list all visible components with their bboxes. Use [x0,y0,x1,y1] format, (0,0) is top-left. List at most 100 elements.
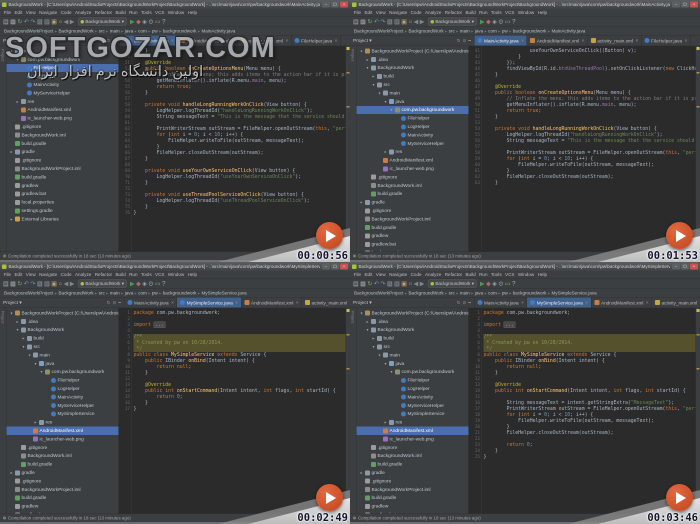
collapse-all-icon[interactable]: ↻ [107,300,111,306]
breadcrumb-item[interactable]: pw [152,291,158,296]
tree-item[interactable]: ic_launcher-web.png [7,114,119,122]
settings-icon[interactable]: ⊙ [498,281,503,287]
tree-expander-icon[interactable]: ▾ [360,311,364,316]
open-icon[interactable]: ▤ [3,19,9,25]
menu-help[interactable]: Help [536,272,549,277]
menu-build[interactable]: Build [114,10,128,15]
play-button[interactable] [316,484,343,511]
panel-settings-icon[interactable]: ⊙ [113,300,117,306]
forward-icon[interactable]: ▶ [70,19,75,25]
copy-icon[interactable]: ▥ [394,19,400,25]
run-icon[interactable]: ▶ [130,19,135,25]
cut-icon[interactable]: ▧ [387,281,393,287]
breadcrumb-item[interactable]: backgroundwork [513,291,547,296]
cut-icon[interactable]: ▧ [387,19,393,25]
avd-manager-icon[interactable]: ▭ [155,281,161,287]
copy-icon[interactable]: ▥ [394,281,400,287]
close-tab-icon[interactable]: × [335,38,338,43]
code-area[interactable]: useYourOwnServiceOnClick((Button) v); } … [482,46,695,252]
menu-vcs[interactable]: VCS [503,10,516,15]
close-tab-icon[interactable]: × [521,300,524,305]
help-icon[interactable]: ? [162,19,165,25]
editor-tab[interactable]: activity_main.xml× [302,297,350,308]
sync-icon[interactable]: ↻ [17,19,22,25]
menu-build[interactable]: Build [114,272,128,277]
tree-expander-icon[interactable]: ▾ [366,328,370,333]
close-tab-icon[interactable]: × [582,38,585,43]
redo-icon[interactable]: ↷ [380,281,385,287]
editor-tab[interactable]: AndroidManifest.xml × [241,297,303,308]
tree-item[interactable]: gradlew.bat [7,190,119,198]
tree-item[interactable]: BackgroundWorkProject.iml [7,485,119,493]
tree-item[interactable]: LogHelper [357,385,469,393]
editor-tab[interactable]: FileHelper.java × [291,35,341,46]
video-frame-2[interactable]: BackgroundWork - [C:\Users\pw\AndroidStu… [350,0,700,262]
close-tab-icon[interactable]: × [685,38,688,43]
tree-item[interactable]: BackgroundWork.iml [7,452,119,460]
avd-manager-icon[interactable]: ▭ [505,281,511,287]
close-tab-icon[interactable]: × [521,38,524,43]
menu-tools[interactable]: Tools [489,10,503,15]
breadcrumb-item[interactable]: src [99,29,105,34]
avd-manager-icon[interactable]: ▭ [155,19,161,25]
tree-item[interactable]: ▾ java [7,359,119,367]
menu-refactor[interactable]: Refactor [443,10,464,15]
collapse-all-icon[interactable]: ↻ [457,38,461,44]
play-button[interactable] [666,222,693,249]
tree-item[interactable]: LogHelper [7,72,119,80]
save-all-icon[interactable]: ▦ [10,281,16,287]
find-icon[interactable]: ○ [408,19,412,25]
editor-tab[interactable]: AndroidManifest.xml × [591,297,653,308]
tree-item[interactable]: gradlew.bat [357,240,469,248]
forward-icon[interactable]: ▶ [420,19,425,25]
tree-expander-icon[interactable]: ▸ [16,319,20,324]
hide-panel-icon[interactable]: ━ [118,300,121,306]
tree-expander-icon[interactable]: ▾ [372,83,376,88]
project-tree[interactable]: ▾ BackgroundWorkProject (C:\Users\pw\Andr… [6,308,119,514]
tree-item[interactable]: build.gradle [7,460,119,468]
undo-icon[interactable]: ↶ [374,281,379,287]
menu-tools[interactable]: Tools [139,272,153,277]
minimize-button[interactable]: – [322,263,330,270]
tree-expander-icon[interactable]: ▾ [390,108,394,113]
run-configuration-select[interactable]: BackgroundWork ▾ [427,17,477,26]
tool-window-stripe[interactable]: Project [350,308,357,514]
close-tab-icon[interactable]: × [235,300,238,305]
tree-item[interactable]: ic_launcher-web.png [357,165,469,173]
menu-refactor[interactable]: Refactor [93,10,114,15]
breadcrumb-item[interactable]: BackgroundWorkProject [354,291,403,296]
breadcrumb-item[interactable]: java [125,29,133,34]
tree-item[interactable]: ▸ res [357,148,469,156]
menu-vcs[interactable]: VCS [503,272,516,277]
tree-item[interactable]: gradlew [357,232,469,240]
menu-edit[interactable]: Edit [363,10,374,15]
paste-icon[interactable]: ▣ [401,19,407,25]
tree-item[interactable]: ▾ BackgroundWork [7,326,119,334]
cut-icon[interactable]: ▧ [37,19,43,25]
tree-item[interactable]: MyServiceHelper [357,139,469,147]
breadcrumb-item[interactable]: pw [152,29,158,34]
tree-item[interactable]: BackgroundWork.iml [7,131,119,139]
tree-item[interactable]: gradlew [7,502,119,510]
run-configuration-select[interactable]: BackgroundWork ▾ [427,279,477,288]
tree-expander-icon[interactable]: ▸ [34,420,38,425]
editor-tab[interactable]: FileHelper.java × [641,35,691,46]
tree-expander-icon[interactable]: ▸ [10,150,14,155]
avd-manager-icon[interactable]: ▭ [505,19,511,25]
tree-item[interactable]: LogHelper [357,123,469,131]
breadcrumb-item[interactable]: pw [502,291,508,296]
hide-panel-icon[interactable]: ━ [468,300,471,306]
menu-file[interactable]: File [2,272,13,277]
settings-icon[interactable]: ⊙ [148,19,153,25]
breadcrumb-item[interactable]: java [125,291,133,296]
project-tree[interactable]: ▾ java ▾ com.pw.backgroundwork FileHelper Log… [6,46,119,252]
menu-edit[interactable]: Edit [13,272,24,277]
breadcrumb-item[interactable]: BackgroundWorkProject [354,29,403,34]
close-button[interactable]: × [690,1,698,8]
undo-icon[interactable]: ↶ [24,281,29,287]
menu-code[interactable]: Code [59,272,73,277]
maximize-button[interactable]: ▢ [681,263,689,270]
run-icon[interactable]: ▶ [130,281,135,287]
tree-expander-icon[interactable]: ▸ [16,99,20,104]
back-icon[interactable]: ◀ [414,19,419,25]
